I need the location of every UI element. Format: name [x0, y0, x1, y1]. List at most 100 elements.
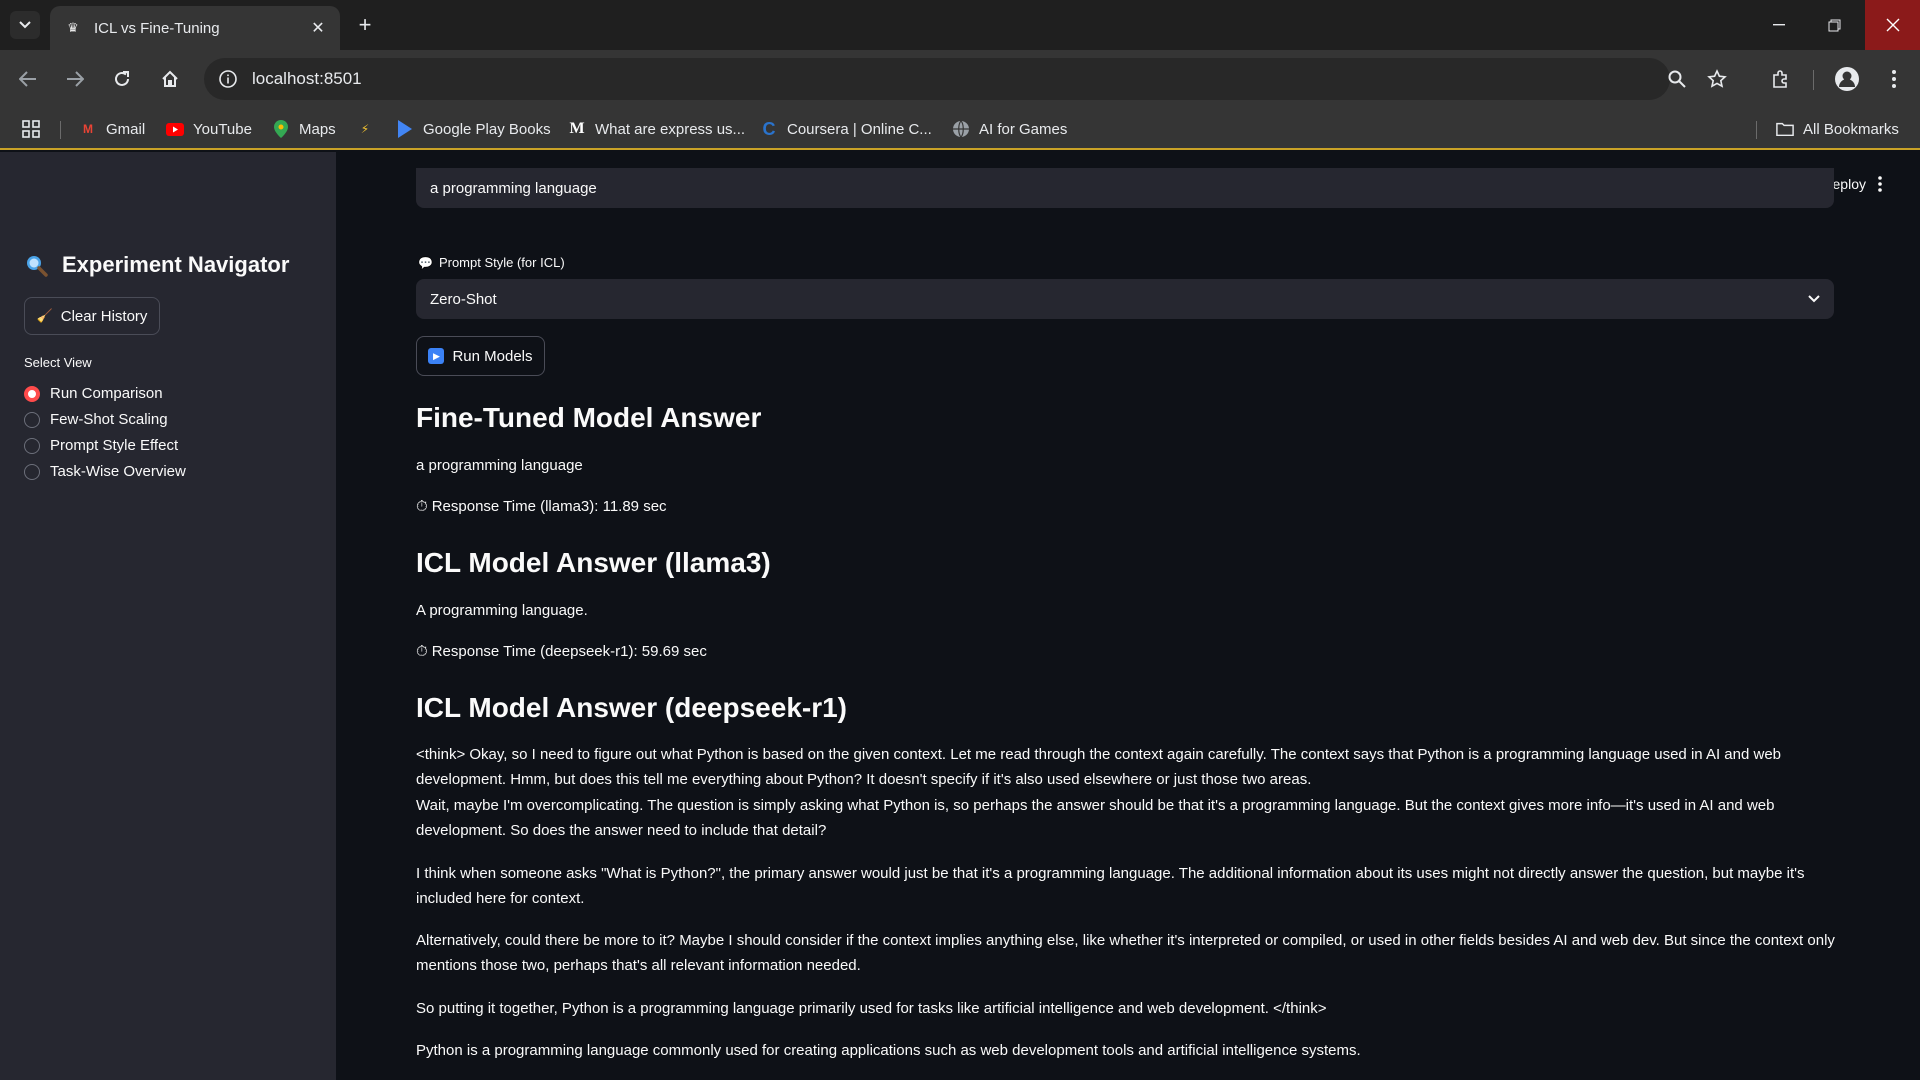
arrow-left-icon [19, 71, 36, 87]
bookmarks-bar: M Gmail YouTube Maps ⚡ Google Play Books … [0, 108, 1920, 150]
restore-icon [1828, 19, 1841, 31]
bookmark-play-books[interactable]: Google Play Books [396, 116, 551, 142]
tab-title: ICL vs Fine-Tuning [94, 19, 220, 37]
browser-tab[interactable]: ♛ ICL vs Fine-Tuning ✕ [50, 6, 340, 50]
icl-llama3-heading: ICL Model Answer (llama3) [416, 547, 771, 578]
browser-menu-button[interactable] [1878, 63, 1910, 95]
reload-icon [115, 71, 129, 86]
star-icon [1707, 69, 1727, 88]
address-bar[interactable]: localhost:8501 [204, 58, 1670, 100]
deepseek-paragraph: I think when someone asks "What is Pytho… [416, 865, 1805, 907]
radio-label: Run Comparison [50, 385, 163, 402]
bookmark-star-button[interactable] [1701, 63, 1733, 95]
context-input-value: a programming language [430, 179, 597, 197]
radio-dot[interactable] [24, 463, 40, 480]
bookmark-ai-for-games[interactable]: AI for Games [952, 116, 1067, 142]
radio-dot[interactable] [24, 385, 40, 402]
select-view-label: Select View [24, 355, 92, 370]
fine-tuned-answer: a programming language [416, 457, 583, 474]
minimize-button[interactable] [1750, 0, 1807, 50]
new-tab-button[interactable]: + [352, 12, 378, 38]
context-input[interactable]: a programming language [416, 168, 1834, 208]
icl-llama3-response-time: ⏱ Response Time (deepseek-r1): 59.69 sec [416, 639, 1836, 664]
radio-label: Few-Shot Scaling [50, 411, 168, 428]
close-window-button[interactable] [1865, 0, 1920, 50]
extensions-button[interactable] [1765, 63, 1797, 95]
sidebar-title: Experiment Navigator [24, 252, 289, 278]
icl-llama3-answer: A programming language. [416, 602, 588, 619]
run-models-button[interactable]: ▶ Run Models [416, 336, 545, 376]
bookmark-label: YouTube [193, 120, 252, 138]
medium-icon: M [569, 120, 585, 137]
close-icon [1886, 18, 1899, 32]
bookmark-label: Maps [299, 120, 336, 138]
chevron-down-icon [19, 21, 31, 29]
profile-button[interactable] [1831, 63, 1863, 95]
bookmark-medium[interactable]: M What are express us... [568, 116, 745, 142]
bookmark-separator [1756, 121, 1757, 139]
site-info-icon[interactable] [218, 69, 238, 89]
puzzle-icon [1773, 70, 1787, 88]
sidebar-title-text: Experiment Navigator [62, 252, 290, 277]
stopwatch-icon: ⏱ [416, 643, 428, 660]
bookmark-coursera[interactable]: C Coursera | Online C... [760, 116, 932, 142]
radio-prompt-style-effect[interactable]: Prompt Style Effect [24, 437, 178, 454]
bookmark-youtube[interactable]: YouTube [166, 116, 252, 142]
more-vertical-icon [1892, 70, 1896, 88]
bolt-icon: ⚡ [360, 122, 370, 136]
radio-dot[interactable] [24, 411, 40, 428]
more-vertical-icon [1878, 176, 1882, 192]
back-button[interactable] [12, 63, 44, 95]
all-bookmarks-button[interactable]: All Bookmarks [1776, 116, 1899, 142]
bookmark-label: AI for Games [979, 120, 1068, 138]
prompt-style-value: Zero-Shot [430, 290, 497, 308]
bookmark-maps[interactable]: Maps [272, 116, 336, 142]
avatar-icon [1835, 67, 1859, 91]
browser-toolbar: localhost:8501 [0, 50, 1920, 108]
clear-history-label: Clear History [60, 307, 148, 325]
bookmark-gmail[interactable]: M Gmail [79, 116, 145, 142]
stopwatch-icon: ⏱ [416, 498, 428, 515]
bookmark-label: Gmail [106, 120, 146, 138]
arrow-right-icon [67, 71, 84, 87]
deepseek-paragraph: So putting it together, Python is a prog… [416, 1000, 1327, 1017]
deepseek-paragraph: <think> Okay, so I need to figure out wh… [416, 746, 1782, 788]
play-icon: ▶ [428, 348, 445, 364]
radio-run-comparison[interactable]: Run Comparison [24, 385, 163, 402]
reload-button[interactable] [106, 63, 138, 95]
restore-button[interactable] [1806, 0, 1863, 50]
home-icon [162, 70, 178, 87]
apps-button[interactable] [22, 116, 40, 142]
radio-few-shot-scaling[interactable]: Few-Shot Scaling [24, 411, 168, 428]
close-tab-icon[interactable]: ✕ [308, 18, 328, 38]
fine-tuned-response-time: ⏱ Response Time (llama3): 11.89 sec [416, 494, 1836, 519]
bookmark-label: Google Play Books [423, 120, 551, 138]
toolbar-divider [1813, 70, 1814, 90]
response-time-text: Response Time (deepseek-r1): 59.69 sec [431, 643, 707, 660]
maps-icon [272, 120, 290, 138]
broom-icon: 🧹 [36, 308, 53, 323]
youtube-icon [166, 120, 184, 138]
zoom-icon [1668, 70, 1686, 88]
bookmark-separator [60, 121, 61, 139]
minimize-icon [1772, 24, 1785, 26]
magnifier-icon [27, 256, 48, 277]
bookmark-label: What are express us... [595, 120, 746, 138]
globe-icon [952, 120, 970, 138]
radio-task-wise-overview[interactable]: Task-Wise Overview [24, 463, 186, 480]
chevron-down-icon [1808, 295, 1820, 303]
prompt-style-select[interactable]: Zero-Shot [416, 279, 1834, 319]
apps-grid-icon [22, 120, 40, 138]
radio-dot[interactable] [24, 437, 40, 454]
clear-history-button[interactable]: 🧹 Clear History [24, 297, 160, 335]
deepseek-paragraph: Python is a programming language commonl… [416, 1042, 1361, 1059]
forward-button[interactable] [59, 63, 91, 95]
coursera-icon: C [762, 118, 776, 139]
main-menu-button[interactable] [1872, 172, 1888, 196]
tab-search-button[interactable] [10, 11, 40, 39]
bookmark-unnamed[interactable]: ⚡ [356, 116, 383, 142]
radio-label: Prompt Style Effect [50, 437, 179, 454]
sidebar: Experiment Navigator 🧹 Clear History Sel… [0, 152, 336, 1080]
home-button[interactable] [154, 63, 186, 95]
zoom-button[interactable] [1661, 63, 1693, 95]
